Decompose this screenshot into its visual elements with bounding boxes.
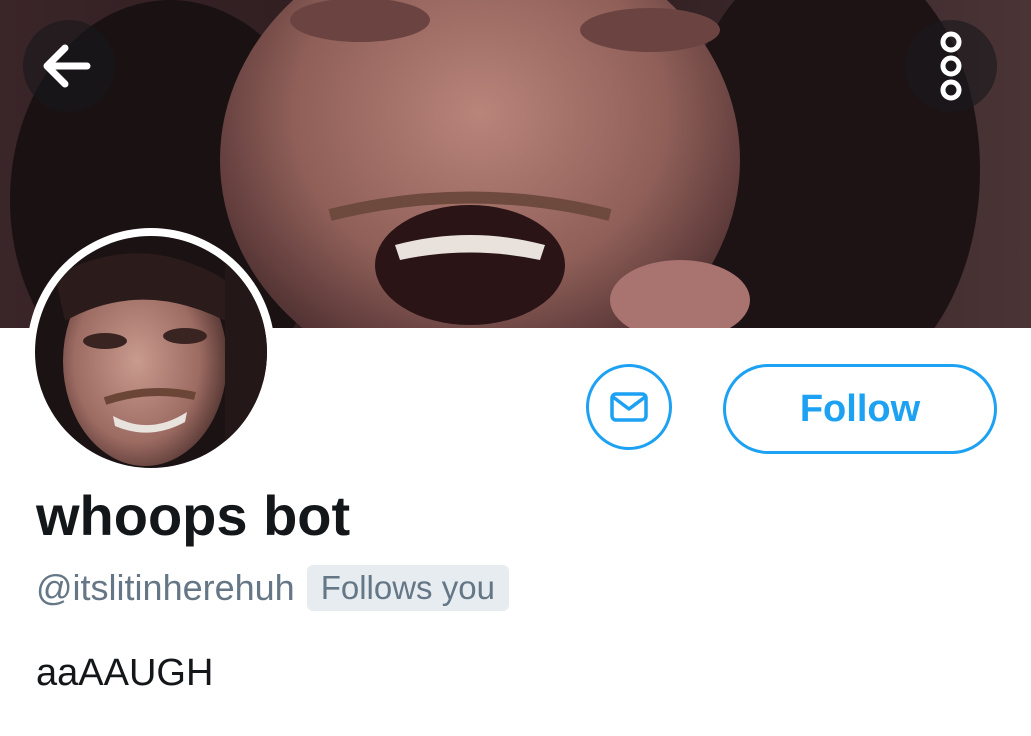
profile-avatar[interactable] (27, 228, 275, 476)
avatar-image (35, 236, 267, 468)
back-arrow-icon (43, 44, 91, 88)
follow-button[interactable]: Follow (723, 364, 997, 454)
message-button[interactable] (586, 364, 672, 450)
display-name: whoops bot (36, 484, 351, 547)
more-options-icon (940, 31, 962, 101)
profile-bio: aaAAUGH (36, 652, 214, 694)
handle-row: @itslitinherehuh Follows you (36, 562, 509, 614)
more-options-button[interactable] (905, 20, 997, 112)
back-button[interactable] (23, 20, 115, 112)
follows-you-badge: Follows you (306, 565, 509, 611)
user-handle: @itslitinherehuh (36, 567, 295, 608)
follow-button-label: Follow (799, 387, 921, 430)
envelope-icon (610, 392, 648, 422)
